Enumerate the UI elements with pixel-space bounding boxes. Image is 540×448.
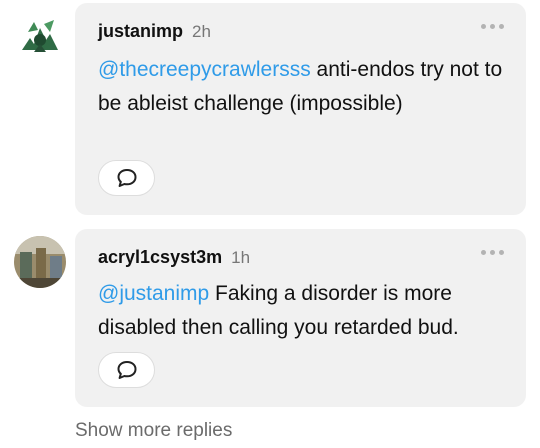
timestamp: 1h	[231, 248, 251, 267]
speech-bubble-icon	[117, 361, 136, 379]
speech-bubble-icon	[117, 169, 136, 187]
mention-link[interactable]: @justanimp	[98, 282, 209, 305]
avatar-image	[14, 236, 66, 288]
avatar[interactable]	[14, 236, 66, 288]
username[interactable]: acryl1csyst3m	[98, 247, 222, 267]
avatar-image	[14, 10, 66, 62]
more-options-icon[interactable]	[481, 24, 504, 29]
avatar[interactable]	[14, 10, 66, 62]
reply-button[interactable]	[98, 352, 155, 388]
reply-button[interactable]	[98, 160, 155, 196]
reply-text: @justanimp Faking a disorder is more dis…	[98, 277, 504, 345]
reply-meta: justanimp 2h	[98, 21, 211, 42]
show-more-replies-link[interactable]: Show more replies	[75, 420, 232, 442]
reply-bubble: justanimp 2h @thecreepycrawlersss anti-en…	[75, 3, 526, 215]
timestamp: 2h	[192, 22, 211, 41]
reply-bubble: acryl1csyst3m 1h @justanimp Faking a diso…	[75, 229, 526, 407]
reply-text: @thecreepycrawlersss anti-endos try not …	[98, 53, 504, 121]
mention-link[interactable]: @thecreepycrawlersss	[98, 58, 311, 81]
more-options-icon[interactable]	[481, 250, 504, 255]
reply-meta: acryl1csyst3m 1h	[98, 247, 250, 268]
username[interactable]: justanimp	[98, 21, 183, 41]
